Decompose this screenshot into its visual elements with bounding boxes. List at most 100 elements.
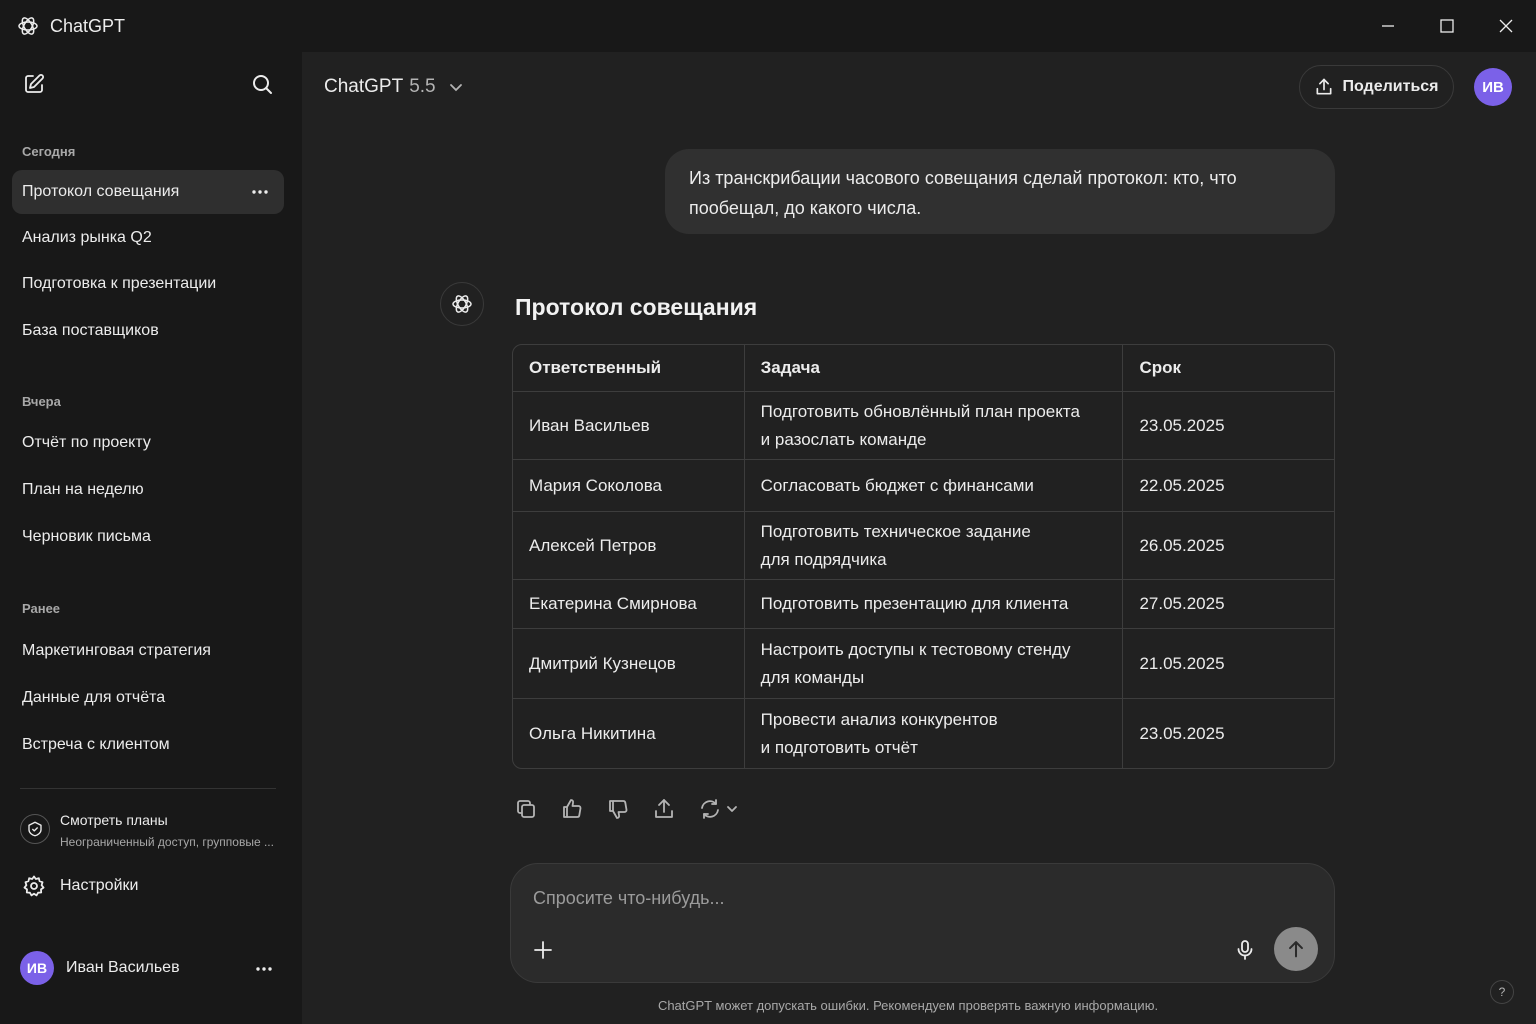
arrow-up-icon (1289, 941, 1303, 958)
minimize-icon[interactable] (1376, 14, 1400, 38)
cell-responsible: Дмитрий Кузнецов (513, 629, 745, 699)
user-more-options-icon[interactable] (254, 959, 274, 979)
share-response-icon[interactable] (652, 797, 676, 821)
task-line: Подготовить техническое задание (760, 521, 1031, 541)
sidebar-item-supplier-base[interactable]: База поставщиков (12, 309, 284, 353)
section-label-yesterday: Вчера (22, 394, 61, 409)
share-button[interactable]: Поделиться (1299, 65, 1454, 109)
table-row: Мария Соколова Согласовать бюджет с фина… (513, 460, 1334, 512)
sidebar-divider (20, 788, 276, 789)
copy-icon[interactable] (514, 797, 538, 821)
settings-button[interactable]: Настройки (22, 874, 138, 898)
sidebar-item-report-data[interactable]: Данные для отчёта (12, 676, 284, 720)
message-composer (510, 863, 1335, 983)
regenerate-icon[interactable] (698, 797, 742, 821)
sidebar-item-market-analysis[interactable]: Анализ рынка Q2 (12, 216, 284, 260)
cell-deadline: 23.05.2025 (1139, 723, 1225, 743)
sidebar-item-week-plan[interactable]: План на неделю (12, 468, 284, 512)
sidebar-item-letter-draft[interactable]: Черновик письма (12, 515, 284, 559)
microphone-icon[interactable] (1233, 938, 1257, 962)
task-line: Подготовить презентацию для клиента (760, 594, 1069, 613)
app-title: ChatGPT (50, 16, 126, 36)
plus-icon[interactable] (531, 938, 555, 962)
help-button[interactable]: ? (1490, 980, 1514, 1004)
sidebar-item-client-meeting[interactable]: Встреча с клиентом (12, 723, 284, 767)
table-header-row: Ответственный Задача Срок (513, 345, 1334, 392)
cell-task: Подготовить обновлённый план проекта и ра… (744, 392, 1124, 460)
column-header-deadline: Срок (1123, 345, 1334, 392)
view-plans-button[interactable]: Смотреть планы Неограниченный доступ, гр… (20, 810, 290, 854)
sidebar-item-label: Маркетинговая стратегия (22, 642, 211, 659)
close-icon[interactable] (1494, 14, 1518, 38)
user-profile[interactable]: ИВ Иван Васильев (20, 951, 282, 987)
sidebar-item-label: Встреча с клиентом (22, 736, 170, 753)
column-header-task: Задача (744, 345, 1124, 392)
share-label: Поделиться (1342, 78, 1439, 95)
cell-responsible: Мария Соколова (513, 460, 745, 512)
sidebar-item-label: Черновик письма (22, 528, 151, 545)
model-selector[interactable]: ChatGPT 5.5 (324, 76, 464, 98)
sidebar-item-presentation-prep[interactable]: Подготовка к презентации (12, 262, 284, 306)
response-title: Протокол совещания (515, 294, 758, 320)
maximize-icon[interactable] (1435, 14, 1459, 38)
section-label-today: Сегодня (22, 144, 76, 159)
cell-deadline: 22.05.2025 (1123, 460, 1334, 512)
protocol-table: Ответственный Задача Срок Иван Васильев … (512, 344, 1335, 769)
cell-responsible: Алексей Петров (513, 512, 745, 580)
sidebar-item-label: Подготовка к презентации (22, 275, 217, 292)
cell-task: Подготовить презентацию для клиента (744, 580, 1124, 629)
cell-task: Согласовать бюджет с финансами (744, 460, 1124, 512)
response-actions (514, 797, 764, 821)
task-line: Настроить доступы к тестовому стенду (760, 639, 1071, 659)
share-icon (1316, 78, 1332, 95)
more-options-icon[interactable] (250, 182, 270, 202)
cell-task: Настроить доступы к тестовому стенду для … (744, 629, 1124, 699)
search-icon[interactable] (250, 72, 274, 96)
thumbs-down-icon[interactable] (606, 797, 630, 821)
user-message: Из транскрибации часового совещания сдел… (665, 149, 1335, 234)
sidebar-item-project-report[interactable]: Отчёт по проекту (12, 421, 284, 465)
avatar: ИВ (20, 951, 54, 985)
cell-task: Провести анализ конкурентов и подготовить… (745, 699, 1124, 768)
task-line: для подрядчика (760, 549, 887, 569)
model-name: ChatGPT (324, 76, 404, 97)
plans-subtitle: Неограниченный доступ, групповые ... (60, 835, 274, 849)
sidebar-item-label: План на неделю (22, 481, 144, 498)
task-line: Согласовать бюджет с финансами (760, 475, 1034, 495)
disclaimer: ChatGPT может допускать ошибки. Рекоменд… (657, 998, 1159, 1013)
chatgpt-logo-icon (16, 14, 40, 38)
cell-responsible: Ольга Никитина (513, 699, 745, 768)
task-line: Провести анализ конкурентов (760, 709, 998, 729)
cell-responsible: Екатерина Смирнова (513, 580, 745, 629)
table-row: Алексей Петров Подготовить техническое з… (513, 512, 1334, 580)
cell-deadline: 27.05.2025 (1123, 580, 1334, 629)
cell-deadline: 26.05.2025 (1123, 512, 1334, 580)
thumbs-up-icon[interactable] (560, 797, 584, 821)
sidebar-item-marketing-strategy[interactable]: Маркетинговая стратегия (12, 629, 284, 673)
task-line: и подготовить отчёт (760, 737, 918, 757)
table-row: Екатерина Смирнова Подготовить презентац… (513, 580, 1334, 629)
task-line: и разослать команде (760, 429, 927, 449)
task-line: для команды (760, 667, 865, 687)
cell-deadline: 21.05.2025 (1123, 629, 1334, 699)
table-row: Ольга Никитина Провести анализ конкурент… (513, 699, 1334, 768)
new-chat-icon[interactable] (22, 72, 46, 96)
sidebar-item-label: Данные для отчёта (22, 689, 166, 706)
send-button[interactable] (1274, 927, 1318, 971)
user-name: Иван Васильев (66, 959, 180, 976)
plans-title: Смотреть планы (60, 812, 168, 828)
account-avatar[interactable]: ИВ (1474, 68, 1512, 106)
section-label-earlier: Ранее (22, 601, 61, 616)
sidebar-item-label: Анализ рынка Q2 (22, 229, 152, 246)
cell-deadline: 23.05.2025 (1123, 392, 1334, 460)
task-line: Подготовить обновлённый план проекта (760, 401, 1080, 421)
assistant-avatar-icon (440, 282, 484, 326)
model-version: 5.5 (409, 76, 436, 97)
chevron-down-icon (448, 79, 464, 95)
sidebar-item-meeting-protocol[interactable]: Протокол совещания (12, 170, 284, 214)
settings-label: Настройки (60, 877, 139, 894)
gear-icon (22, 874, 46, 898)
message-input[interactable] (531, 882, 1235, 914)
plans-shield-icon (20, 814, 50, 844)
sidebar-item-label: База поставщиков (22, 322, 159, 339)
